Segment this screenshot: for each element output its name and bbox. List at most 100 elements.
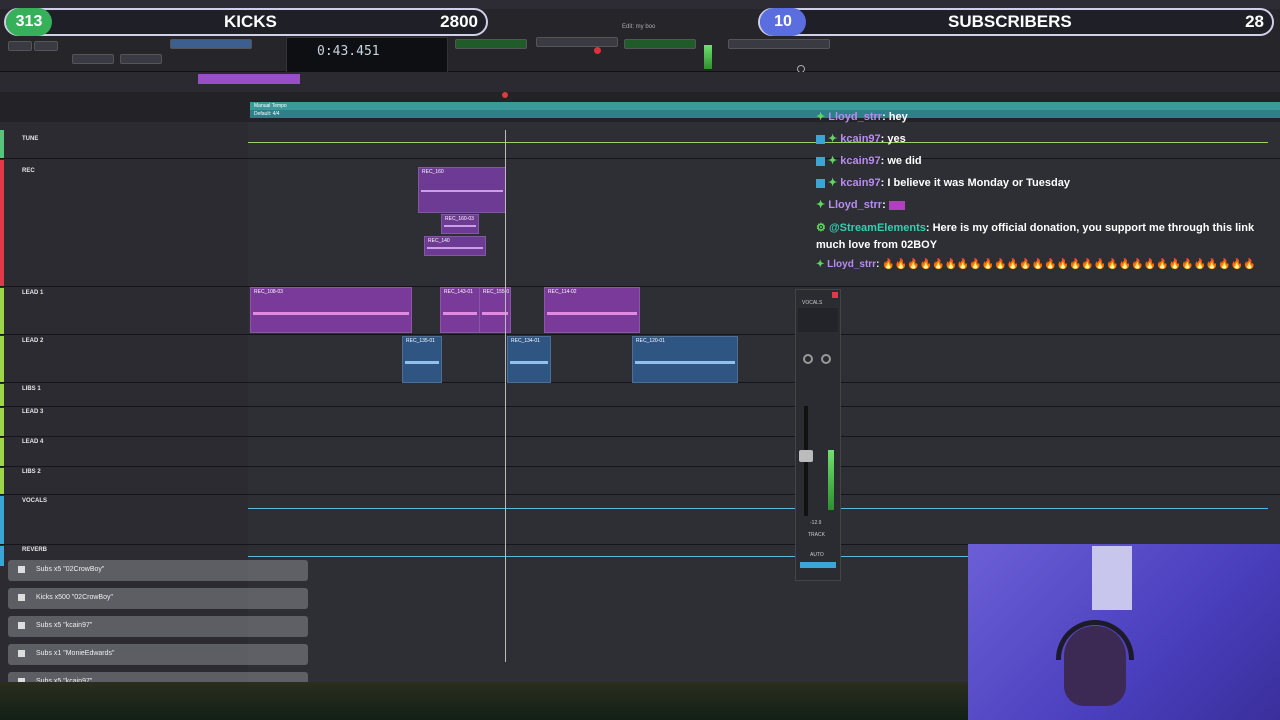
main-counter: 0:43.451 bbox=[286, 37, 448, 73]
edit-selection bbox=[455, 39, 527, 49]
playhead-marker[interactable] bbox=[502, 92, 508, 98]
clip-label: REC_160-03 bbox=[445, 216, 474, 222]
waveform bbox=[427, 247, 483, 249]
universe-bar[interactable] bbox=[0, 72, 1280, 93]
audio-clip[interactable]: REC_143-01 bbox=[440, 287, 480, 333]
audio-clip[interactable]: REC_108-03 bbox=[250, 287, 412, 333]
universe-selection[interactable] bbox=[198, 74, 300, 84]
audio-clip[interactable]: REC_160-03 bbox=[441, 214, 479, 234]
fader-value: -12.9 bbox=[810, 520, 822, 526]
track-name-rec[interactable]: REC bbox=[22, 168, 35, 174]
track-color-lead-2 bbox=[0, 336, 4, 382]
auto-label: AUTO bbox=[810, 552, 824, 558]
track-label: TRACK bbox=[808, 532, 825, 538]
automation-line[interactable] bbox=[248, 508, 1268, 509]
track-divider bbox=[0, 334, 1280, 335]
audio-clip[interactable]: REC_160 bbox=[418, 167, 506, 213]
waveform bbox=[510, 361, 548, 364]
audio-clip[interactable]: REC_114-02 bbox=[544, 287, 640, 333]
subscribers-goal: 28 bbox=[1245, 12, 1264, 31]
automation-line[interactable] bbox=[248, 556, 968, 557]
chat-username: Lloyd_strr bbox=[828, 111, 883, 123]
alert-text: Subs x1 "MonieEdwards" bbox=[36, 650, 115, 657]
webcam-feed bbox=[968, 544, 1280, 720]
audio-clip[interactable]: REC_134-01 bbox=[507, 336, 551, 383]
chat-message: ⚙ @StreamElements: Here is my official d… bbox=[816, 222, 1255, 251]
pan-knob-right[interactable] bbox=[821, 354, 831, 364]
gift-icon bbox=[18, 594, 25, 601]
chat-message: ✦ kcain97: yes bbox=[816, 132, 906, 145]
waveform bbox=[253, 312, 409, 315]
track-name-tune[interactable]: TUNE bbox=[22, 136, 38, 142]
chat-username: Lloyd_strr bbox=[827, 259, 877, 270]
track-name-lead-2[interactable]: LEAD 2 bbox=[22, 338, 43, 344]
gift-icon bbox=[18, 650, 25, 657]
track-name-libs-2[interactable]: LIBS 2 bbox=[22, 469, 41, 475]
mode-shuffle-button[interactable] bbox=[8, 41, 32, 51]
chat-username: kcain97 bbox=[840, 177, 881, 189]
kicks-goal: 2800 bbox=[440, 12, 478, 31]
clip-label: REC_120-01 bbox=[636, 338, 665, 344]
chat-message: ✦ kcain97: I believe it was Monday or Tu… bbox=[816, 176, 1070, 189]
record-button[interactable] bbox=[594, 47, 601, 54]
gift-icon bbox=[18, 622, 25, 629]
chat-text: : 🔥🔥🔥🔥🔥🔥🔥🔥🔥🔥🔥🔥🔥🔥🔥🔥🔥🔥🔥🔥🔥🔥🔥🔥🔥🔥🔥🔥🔥🔥 bbox=[876, 259, 1256, 270]
track-divider bbox=[0, 436, 1280, 437]
chat-username: Lloyd_strr bbox=[828, 199, 883, 211]
fader-handle[interactable] bbox=[799, 450, 813, 462]
track-name-lead-3[interactable]: LEAD 3 bbox=[22, 409, 43, 415]
alert-item: Subs x1 "MonieEdwards" bbox=[8, 644, 308, 665]
track-color-tune bbox=[0, 130, 4, 158]
track-color-rec bbox=[0, 160, 4, 286]
track-divider bbox=[0, 466, 1280, 467]
clip-label: REC_140 bbox=[428, 238, 450, 244]
pan-knob-left[interactable] bbox=[803, 354, 813, 364]
tempo-label: Manual Tempo bbox=[254, 103, 287, 109]
alert-item: Subs x5 "kcain97" bbox=[8, 616, 308, 637]
track-color-lead-4 bbox=[0, 438, 4, 466]
waveform bbox=[443, 312, 477, 315]
chat-message: ✦ Lloyd_strr: bbox=[816, 198, 908, 211]
chat-username: kcain97 bbox=[840, 133, 881, 145]
close-icon[interactable] bbox=[832, 292, 838, 298]
track-name-reverb[interactable]: REVERB bbox=[22, 547, 47, 553]
subscribers-label: SUBSCRIBERS bbox=[948, 12, 1072, 31]
clip-label: REC_134-01 bbox=[511, 338, 540, 344]
window-title: Edit: my boo bbox=[622, 24, 656, 30]
alert-text: Subs x5 "kcain97" bbox=[36, 622, 93, 629]
alert-item: Subs x5 "02CrowBoy" bbox=[8, 560, 308, 581]
waveform bbox=[405, 361, 439, 364]
badge-icon bbox=[816, 156, 825, 166]
track-name-vocals[interactable]: VOCALS bbox=[22, 498, 47, 504]
chat-text: : hey bbox=[882, 111, 908, 123]
inserts-section[interactable] bbox=[798, 308, 838, 332]
mode-slip-button[interactable] bbox=[34, 41, 58, 51]
audio-clip[interactable]: REC_135-01 bbox=[402, 336, 442, 383]
zoom-presets[interactable] bbox=[72, 54, 114, 64]
track-name-lead-1[interactable]: LEAD 1 bbox=[22, 290, 43, 296]
track-divider bbox=[0, 286, 1280, 287]
level-meter bbox=[828, 450, 834, 510]
chat-message: ✦ Lloyd_strr: hey bbox=[816, 111, 908, 123]
mixer-strip-window[interactable]: VOCALS -12.9 TRACK AUTO bbox=[795, 289, 841, 581]
track-name-libs-1[interactable]: LIBS 1 bbox=[22, 386, 41, 392]
track-color-libs-2 bbox=[0, 468, 4, 494]
audio-clip[interactable]: REC_120-01 bbox=[632, 336, 738, 383]
audio-clip[interactable]: REC_140 bbox=[424, 236, 486, 256]
alert-text: Kicks x500 "02CrowBoy" bbox=[36, 594, 113, 601]
poster-image bbox=[1092, 546, 1132, 610]
edit-tools[interactable] bbox=[120, 54, 162, 64]
chat-message: ✦ kcain97: we did bbox=[816, 154, 922, 167]
audio-clip[interactable]: REC_155-0 bbox=[479, 287, 511, 333]
track-color-lead-3 bbox=[0, 408, 4, 436]
count-off-meter[interactable] bbox=[624, 39, 696, 49]
automation-mode-button[interactable] bbox=[800, 562, 836, 568]
playhead-line bbox=[505, 130, 506, 662]
output-meter bbox=[704, 45, 712, 69]
background-scenery bbox=[0, 682, 968, 720]
track-name-lead-4[interactable]: LEAD 4 bbox=[22, 439, 43, 445]
track-divider bbox=[0, 494, 1280, 495]
grid-nudge[interactable] bbox=[728, 39, 830, 49]
transport-buttons[interactable] bbox=[536, 37, 618, 47]
grabber-tool-button[interactable] bbox=[170, 39, 252, 49]
